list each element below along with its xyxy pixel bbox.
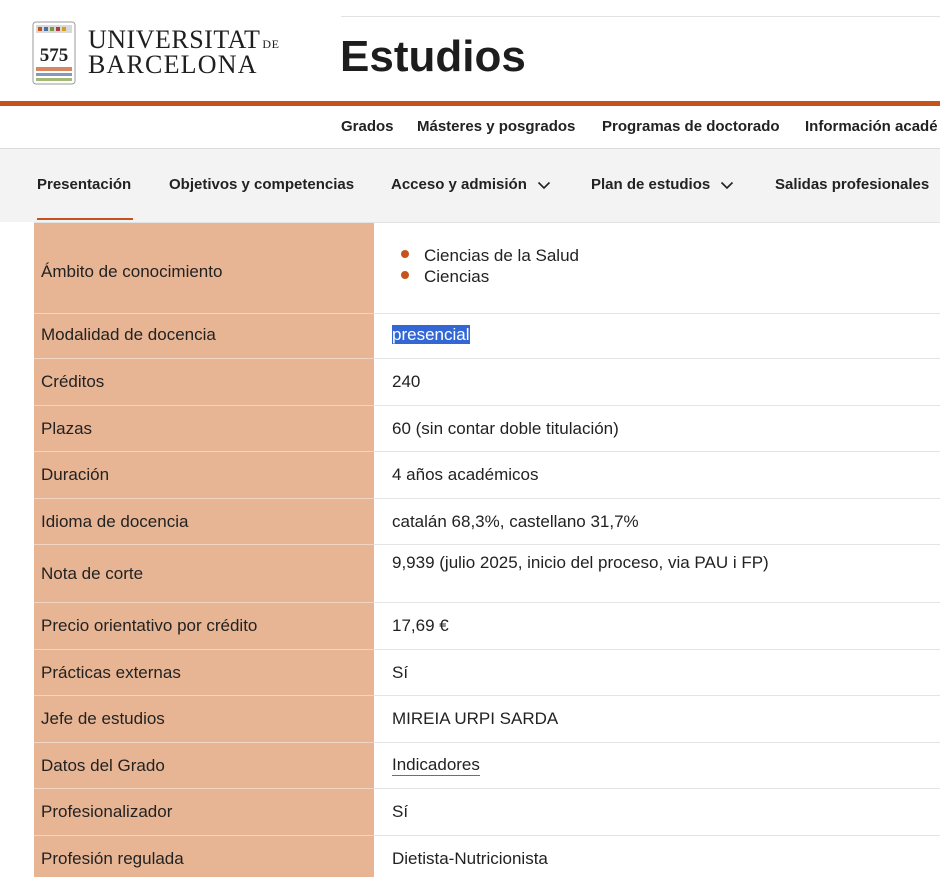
nav-item-doctorado[interactable]: Programas de doctorado (602, 118, 780, 135)
row-label: Jefe de estudios (41, 709, 165, 728)
tab-label: Objetivos y competencias (169, 176, 355, 193)
table-row: Datos del Grado Indicadores (34, 742, 940, 789)
row-label: Idioma de docencia (41, 512, 189, 531)
row-label: Nota de corte (41, 564, 144, 583)
list-item-text: Ciencias (424, 267, 490, 286)
row-label: Profesión regulada (41, 849, 184, 868)
site-header: 575 UNIVERSITAT DE BARCELONA Estudios (0, 0, 940, 101)
table-row: Nota de corte 9,939 (julio 2025, inicio … (34, 544, 940, 603)
tab-salidas-profesionales[interactable]: Salidas profesionales (775, 176, 929, 193)
row-value: 240 (392, 372, 421, 391)
table-row: Precio orientativo por crédito 17,69 € (34, 602, 940, 650)
row-value: Sí (392, 802, 409, 821)
list-item: Ciencias (392, 266, 579, 287)
svg-text:575: 575 (40, 45, 69, 66)
table-row: Jefe de estudios MIREIA URPI SARDA (34, 695, 940, 743)
table-row: Idioma de docencia catalán 68,3%, castel… (34, 498, 940, 545)
selected-text[interactable]: presencial (392, 325, 470, 344)
tab-objetivos[interactable]: Objetivos y competencias (169, 176, 354, 193)
row-label: Datos del Grado (41, 756, 165, 775)
row-value: Dietista-Nutricionista (392, 849, 548, 868)
chevron-down-icon (537, 177, 551, 194)
section-tabs: Presentación Objetivos y competencias Ac… (0, 149, 940, 222)
table-row: Profesión regulada Dietista-Nutricionist… (34, 835, 940, 877)
tab-label: Acceso y admisión (391, 176, 527, 193)
nav-item-informacion-academica[interactable]: Información acadé (805, 118, 938, 135)
list-item-text: Ciencias de la Salud (424, 246, 579, 265)
tab-label: Plan de estudios (591, 176, 711, 193)
tab-label: Salidas profesionales (775, 176, 930, 193)
table-row: Modalidad de docencia presencial (34, 312, 940, 359)
header-divider (341, 16, 940, 17)
bullet-icon (401, 250, 409, 258)
university-name-line2[interactable]: BARCELONA (88, 52, 258, 78)
row-label: Plazas (41, 419, 93, 438)
table-row: Prácticas externas Sí (34, 649, 940, 696)
row-label: Duración (41, 465, 110, 484)
page-title[interactable]: Estudios (340, 30, 526, 84)
head-of-studies-link[interactable]: MIREIA URPI SARDA (392, 709, 558, 729)
tab-acceso-admision[interactable]: Acceso y admisión (391, 176, 551, 194)
nav-item-grados[interactable]: Grados (341, 118, 394, 135)
indicators-link[interactable]: Indicadores (392, 755, 480, 776)
row-value: catalán 68,3%, castellano 31,7% (392, 512, 639, 531)
row-label: Precio orientativo por crédito (41, 616, 258, 635)
row-label: Créditos (41, 372, 105, 391)
row-value: presencial (392, 325, 470, 345)
table-row: Duración 4 años académicos (34, 451, 940, 499)
row-label: Ámbito de conocimiento (41, 262, 223, 281)
row-label: Prácticas externas (41, 663, 181, 682)
active-tab-indicator (37, 218, 133, 220)
tab-presentacion[interactable]: Presentación (37, 176, 131, 193)
university-de: DE (262, 37, 280, 51)
row-value: Indicadores (392, 755, 480, 776)
row-value: 4 años académicos (392, 465, 539, 484)
knowledge-area-list: Ciencias de la Salud Ciencias (392, 245, 579, 287)
row-label: Profesionalizador (41, 802, 173, 821)
row-value: 60 (sin contar doble titulación) (392, 419, 619, 438)
chevron-down-icon (720, 177, 734, 194)
table-row: Créditos 240 (34, 358, 940, 406)
bullet-icon (401, 271, 409, 279)
row-value: Sí (392, 663, 409, 682)
tab-plan-estudios[interactable]: Plan de estudios (591, 176, 734, 194)
ub-575-seal-icon[interactable]: 575 (32, 21, 76, 85)
tab-label: Presentación (37, 176, 132, 193)
top-nav: Grados Másteres y posgrados Programas de… (0, 106, 940, 149)
table-row: Profesionalizador Sí (34, 788, 940, 836)
row-value: 17,69 € (392, 616, 449, 635)
page: 575 UNIVERSITAT DE BARCELONA Estudios Gra… (0, 0, 940, 877)
table-row: Plazas 60 (sin contar doble titulación) (34, 405, 940, 452)
nav-item-masteres[interactable]: Másteres y posgrados (417, 118, 575, 135)
row-value: 9,939 (julio 2025, inicio del proceso, v… (392, 553, 769, 572)
list-item: Ciencias de la Salud (392, 245, 579, 266)
table-row: Ámbito de conocimiento Ciencias de la Sa… (34, 222, 940, 314)
row-label: Modalidad de docencia (41, 325, 216, 344)
